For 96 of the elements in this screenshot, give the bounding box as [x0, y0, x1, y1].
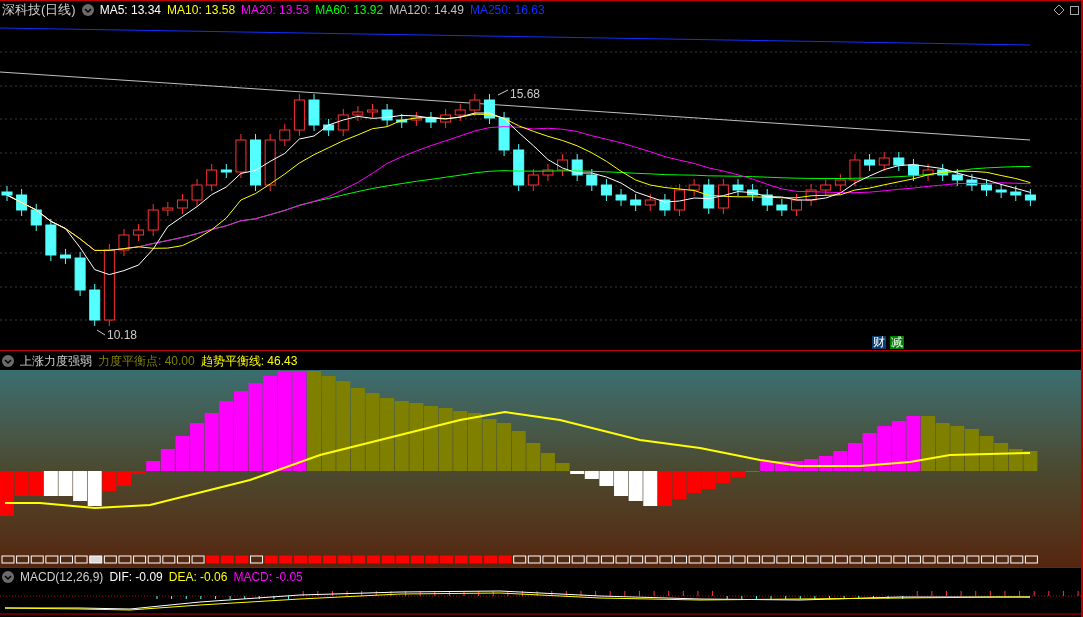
signal-square [16, 555, 30, 564]
macd-title: MACD(12,26,9) [20, 569, 104, 586]
signal-square [352, 555, 366, 564]
signal-square [191, 555, 205, 564]
signal-square [820, 555, 834, 564]
event-badge[interactable]: 减 [890, 336, 904, 349]
signal-square [527, 555, 541, 564]
chevron-down-icon[interactable] [81, 4, 94, 16]
signal-square [469, 555, 483, 564]
signal-square [571, 555, 585, 564]
signal-square [1010, 555, 1024, 564]
signal-square [483, 555, 497, 564]
signal-square [878, 555, 892, 564]
signal-square [293, 555, 307, 564]
signal-square [220, 555, 234, 564]
chart-title: 深科技(日线) [2, 1, 76, 20]
signal-square [834, 555, 848, 564]
signal-square [454, 555, 468, 564]
moving-average-value: MA120: 14.49 [389, 2, 464, 19]
signal-square [264, 555, 278, 564]
signal-square [791, 555, 804, 564]
signal-square [615, 555, 629, 564]
leader-line [96, 329, 106, 336]
signal-square [776, 555, 790, 564]
moving-average-value: MA5: 13.34 [99, 2, 162, 19]
signal-square [688, 555, 702, 564]
signal-square [176, 555, 190, 564]
high-price-label: 15.68 [510, 87, 541, 101]
signal-square [703, 555, 717, 564]
signal-square [747, 555, 761, 564]
macd-value: DIF: -0.09 [109, 569, 163, 586]
signal-square [250, 555, 264, 564]
leader-line [497, 89, 509, 96]
signal-square [644, 555, 658, 564]
event-badge[interactable]: 财 [872, 336, 886, 349]
moving-average-value: MA20: 13.53 [241, 2, 310, 19]
signal-square [805, 555, 819, 564]
indicator-value: 力度平衡点: 40.00 [98, 352, 195, 370]
signal-square [864, 555, 878, 564]
signal-square [89, 555, 103, 564]
signal-square [74, 555, 88, 564]
signal-square [133, 555, 147, 564]
signal-square [717, 555, 731, 564]
chevron-down-icon[interactable] [2, 571, 14, 583]
square-icon[interactable] [1070, 5, 1079, 15]
moving-average-value: MA60: 13.92 [315, 2, 384, 19]
signal-square [162, 555, 176, 564]
signal-square [513, 555, 527, 564]
signal-square [1024, 555, 1038, 564]
signal-square [674, 555, 687, 564]
signal-square [630, 555, 644, 564]
signal-square [907, 555, 921, 564]
signal-square [323, 555, 337, 564]
signal-square [45, 555, 59, 564]
signal-square [425, 555, 439, 564]
signal-square [118, 555, 132, 564]
signal-square [922, 555, 936, 564]
signal-square [30, 555, 44, 564]
signal-square [103, 555, 117, 564]
signal-square [367, 555, 380, 564]
signal-square [659, 555, 673, 564]
macd-value: DEA: -0.06 [168, 569, 228, 586]
moving-average-value: MA250: 16.63 [469, 2, 545, 19]
signal-square [279, 555, 293, 564]
signal-square [849, 555, 863, 564]
indicator-title: 上涨力度强弱 [20, 352, 92, 370]
signal-square [542, 555, 556, 564]
signal-square [235, 555, 249, 564]
signal-square [147, 555, 161, 564]
macd-value: MACD: -0.05 [233, 569, 303, 586]
signal-square [381, 555, 395, 564]
moving-average-value: MA10: 13.58 [167, 2, 236, 19]
signal-square [761, 555, 775, 564]
diamond-icon[interactable] [1054, 5, 1064, 15]
signal-square [951, 555, 965, 564]
signal-square [732, 555, 746, 564]
signal-square [937, 555, 951, 564]
signal-square [893, 555, 907, 564]
low-price-label: 10.18 [107, 328, 138, 342]
chevron-down-icon[interactable] [2, 354, 14, 367]
signal-square [498, 555, 512, 564]
signal-square [396, 555, 410, 564]
signal-square [966, 555, 980, 564]
signal-square [586, 555, 600, 564]
signal-square [600, 555, 614, 564]
signal-square [410, 555, 424, 564]
indicator-value: 趋势平衡线: 46.43 [200, 352, 298, 370]
signal-square [995, 555, 1009, 564]
signal-square [206, 555, 220, 564]
signal-square [337, 555, 351, 564]
signal-square [440, 555, 454, 564]
signal-square [1, 555, 15, 564]
signal-square [981, 555, 995, 564]
signal-square [308, 555, 322, 564]
signal-square [557, 555, 571, 564]
signal-square [60, 555, 73, 564]
